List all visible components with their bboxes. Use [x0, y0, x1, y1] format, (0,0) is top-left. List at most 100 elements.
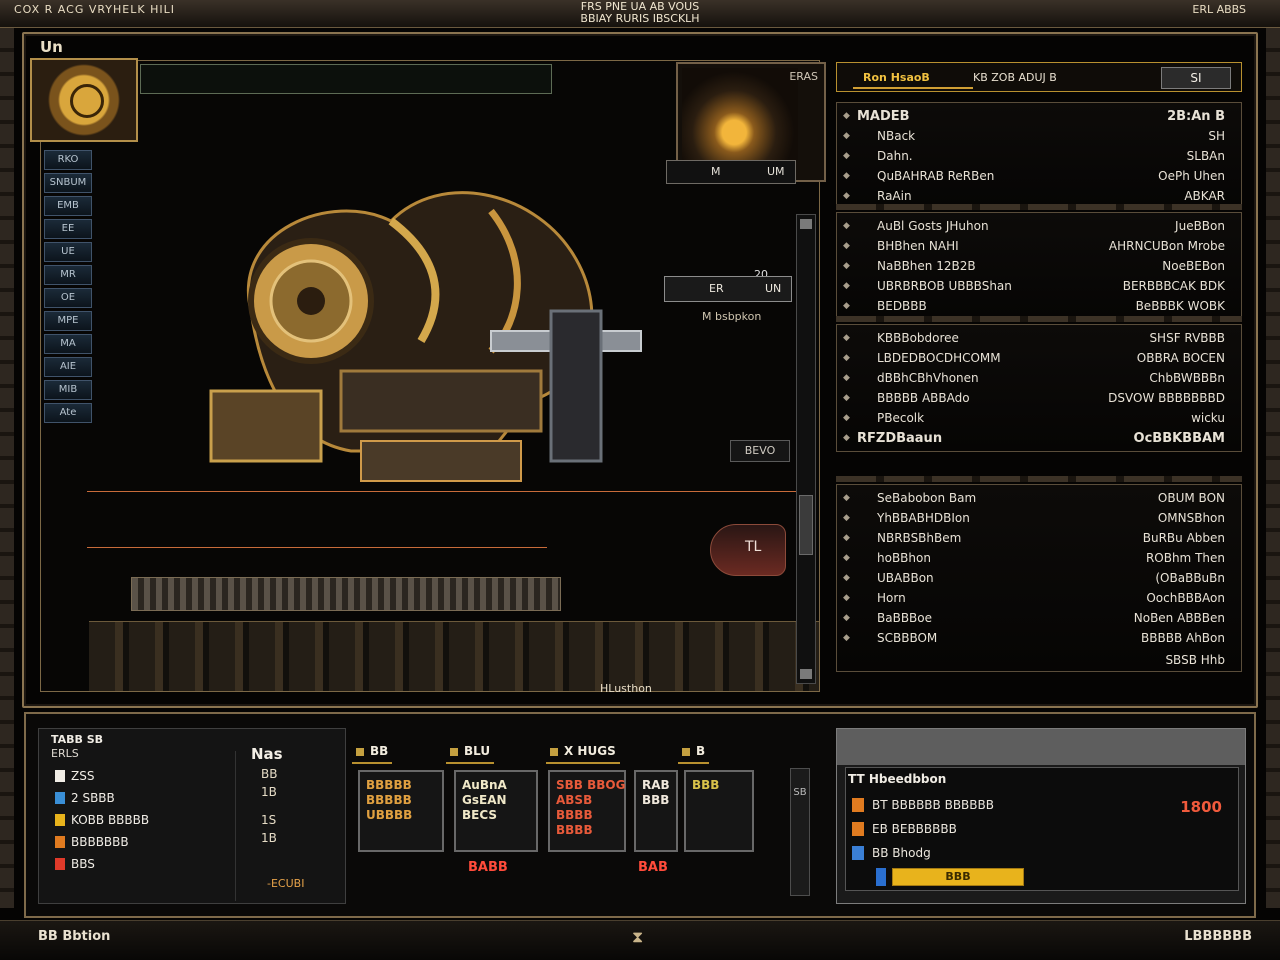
item-slot-text: BBBBB BBBBB UBBBB [366, 778, 413, 822]
scroll-thumb[interactable] [799, 495, 813, 555]
resource-row[interactable]: BB Bhodg [852, 846, 931, 860]
pod-label: TL [745, 539, 762, 555]
stat-row[interactable]: ◆ UBABBon (OBaBBuBn [837, 569, 1241, 589]
item-slot[interactable]: RAB BBB [634, 770, 678, 852]
side-tab[interactable]: AIE [44, 357, 92, 377]
scroll-up-icon[interactable] [800, 219, 812, 229]
stat-label: RaAin [877, 189, 912, 203]
stat-row[interactable]: ◆ RFZDBaaun OcBBKBBAM [837, 429, 1241, 449]
stat-row[interactable]: ◆ YhBBABHDBIon OMNSBhon [837, 509, 1241, 529]
bevo-label[interactable]: BEVO [730, 440, 790, 462]
resource-row[interactable]: EB BEBBBBBB [852, 822, 957, 836]
side-tab[interactable]: EE [44, 219, 92, 239]
stat-row[interactable]: ◆ BHBhen NAHI AHRNCUBon Mrobe [837, 237, 1241, 257]
item-slot[interactable]: BBBBB BBBBB UBBBB [358, 770, 444, 852]
stat-row[interactable]: ◆ KBBBobdoree SHSF RVBBB [837, 329, 1241, 349]
status-row[interactable]: 2 SBBB [55, 791, 115, 805]
side-tab[interactable]: Ate [44, 403, 92, 423]
header-button[interactable]: SI [1161, 67, 1231, 89]
side-tab[interactable]: MA [44, 334, 92, 354]
stat-row[interactable]: ◆ AuBl Gosts JHuhon JueBBon [837, 217, 1241, 237]
slot-tab[interactable]: BB [352, 742, 393, 764]
stat-row[interactable]: ◆ PBecolk wicku [837, 409, 1241, 429]
stat-value: JueBBon [1175, 219, 1225, 233]
status-row-label: ZSS [71, 769, 95, 783]
resource-row[interactable]: BT BBBBBB BBBBBB [852, 798, 994, 812]
stat-row[interactable]: ◆ hoBBhon ROBhm Then [837, 549, 1241, 569]
stat-row-icon: ◆ [843, 131, 850, 141]
stat-row[interactable]: ◆ dBBhCBhVhonen ChbBWBBBn [837, 369, 1241, 389]
stat-row-icon: ◆ [843, 191, 850, 201]
stat-value: OMNSBhon [1157, 511, 1225, 525]
viewport-caption: HLusthon [600, 682, 652, 695]
stat-row-icon: ◆ [843, 573, 850, 583]
machine-artwork[interactable] [191, 151, 661, 581]
status-row-icon [55, 770, 65, 782]
stat-row[interactable]: ◆ Horn OochBBBAon [837, 589, 1241, 609]
stat-row-icon: ◆ [843, 593, 850, 603]
preview-label: ERAS [789, 70, 818, 83]
side-tab[interactable]: EMB [44, 196, 92, 216]
status-num: 1B [261, 785, 277, 799]
side-tab[interactable]: MPE [44, 311, 92, 331]
stat-value: SHSF RVBBB [1149, 331, 1225, 345]
status-row[interactable]: ZSS [55, 769, 94, 783]
slot-tab[interactable]: B [678, 742, 710, 764]
status-row-icon [55, 792, 65, 804]
item-slot[interactable]: SBB BBOG ABSB BBBB BBBB [548, 770, 626, 852]
resource-bar[interactable]: BBB [892, 868, 1024, 886]
stat-value: OBBRA BOCEN [1136, 351, 1225, 365]
viewport-scrollbar[interactable] [796, 214, 816, 684]
stat-row[interactable]: ◆ BaBBBoe NoBen ABBBen [837, 609, 1241, 629]
footer-left[interactable]: BB Bbtion [38, 929, 110, 944]
character-portrait[interactable] [30, 58, 138, 142]
status-row[interactable]: BBS [55, 857, 95, 871]
stat-row[interactable]: ◆ UBRBRBOB UBBBShan BERBBBCAK BDK [837, 277, 1241, 297]
item-slot[interactable]: AuBnA GsEAN BECS [454, 770, 538, 852]
status-row[interactable]: BBBBBBB [55, 835, 129, 849]
side-tab[interactable]: UE [44, 242, 92, 262]
side-tab[interactable]: OE [44, 288, 92, 308]
footer-right[interactable]: LBBBBBB [1184, 929, 1252, 944]
side-tab[interactable]: MR [44, 265, 92, 285]
slot-tab[interactable]: BLU [446, 742, 495, 764]
status-row-label: BBS [71, 857, 95, 871]
slot-tab[interactable]: X HUGS [546, 742, 620, 764]
popup-box[interactable]: ER UN [664, 276, 792, 302]
stat-row[interactable]: ◆ MADEB 2B:An B [837, 107, 1241, 127]
stat-row[interactable]: ◆ NaBBhen 12B2B NoeBEBon [837, 257, 1241, 277]
side-tab[interactable]: MIB [44, 380, 92, 400]
rail-line [87, 547, 547, 548]
title-left: COX R ACG VRYHELK HILI [14, 3, 175, 16]
popup-right: UN [765, 282, 782, 295]
side-tab[interactable]: RKO [44, 150, 92, 170]
stat-label: SCBBBOM [877, 631, 938, 645]
stat-group: ◆ SeBabobon Bam OBUM BON ◆ YhBBABHDBIon OMNSB… [836, 484, 1242, 672]
status-num: BB [261, 767, 278, 781]
tab-secondary[interactable]: KB ZOB ADUJ B [973, 71, 1057, 84]
stat-row[interactable]: ◆ LBDEDBOCDHCOMM OBBRA BOCEN [837, 349, 1241, 369]
slots-scrollbar[interactable]: SB [790, 768, 810, 896]
item-slot[interactable]: BBB [684, 770, 754, 852]
stat-row[interactable]: ◆ BBBBB ABBAdo DSVOW BBBBBBBD [837, 389, 1241, 409]
side-tab[interactable]: SNBUM [44, 173, 92, 193]
stat-row[interactable]: ◆ SeBabobon Bam OBUM BON [837, 489, 1241, 509]
stat-value: NoeBEBon [1162, 259, 1225, 273]
stat-label: NBRBSBhBem [877, 531, 962, 545]
status-title: TABB SB [51, 733, 104, 746]
stat-row[interactable]: ◆ QuBAHRAB ReRBen OePh Uhen [837, 167, 1241, 187]
stat-row[interactable]: ◆ SCBBBOM BBBBB AhBon [837, 629, 1241, 649]
status-row[interactable]: KOBB BBBBB [55, 813, 149, 827]
status-right: Nas BB 1B 1S 1B -ECUBI [235, 737, 339, 897]
preview-bar[interactable]: M UM [666, 160, 796, 184]
stat-row[interactable]: ◆ Dahn. SLBAn [837, 147, 1241, 167]
stat-row[interactable]: ◆ NBRBSBhBem BuRBu Abben [837, 529, 1241, 549]
stat-row[interactable]: ◆ NBack SH [837, 127, 1241, 147]
tab-primary[interactable]: Ron HsaoB [853, 71, 973, 89]
stat-value: BERBBBCAK BDK [1122, 279, 1225, 293]
scroll-down-icon[interactable] [800, 669, 812, 679]
red-pod[interactable]: TL [710, 524, 786, 576]
stat-row[interactable]: ◆ BEDBBB BeBBBK WOBK [837, 297, 1241, 317]
stat-row-icon: ◆ [843, 613, 850, 623]
stat-value: ChbBWBBBn [1149, 371, 1225, 385]
